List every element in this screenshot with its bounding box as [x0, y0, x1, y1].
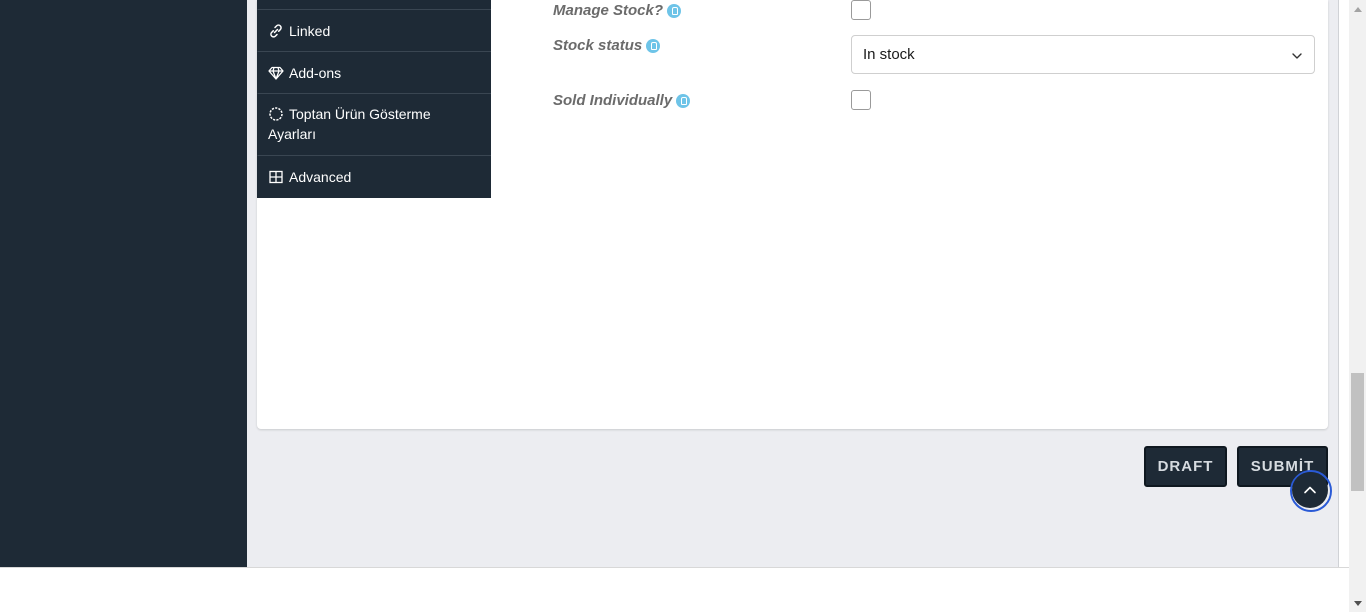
manage-stock-checkbox[interactable] — [851, 0, 871, 20]
sold-individually-label-row: Sold Individually — [553, 92, 691, 109]
tab-linked-label: Linked — [289, 22, 331, 39]
tab-advanced[interactable]: Advanced — [257, 156, 491, 198]
scrollbar-thumb[interactable] — [1351, 373, 1364, 491]
stock-status-select[interactable]: In stock — [851, 35, 1315, 74]
tab-toptan-urun-label: Toptan Ürün Gösterme Ayarları — [268, 106, 431, 142]
right-divider — [1338, 0, 1339, 567]
footer-area — [0, 567, 1349, 612]
stock-status-value: In stock — [863, 46, 915, 63]
stock-status-label-row: Stock status — [553, 37, 661, 54]
circle-dashed-icon — [268, 106, 284, 122]
diamond-icon — [268, 65, 284, 81]
manage-stock-label-row: Manage Stock? — [553, 2, 682, 19]
chevron-up-icon — [1304, 486, 1316, 494]
tab-toptan-urun[interactable]: Toptan Ürün Gösterme Ayarları — [257, 94, 491, 156]
help-tip-icon[interactable] — [667, 3, 682, 18]
draft-button[interactable]: DRAFT — [1144, 446, 1227, 487]
tab-add-ons-label: Add-ons — [289, 64, 342, 81]
product-data-tabs: Linked Add-ons Toptan Ürün Gösterme Ayar… — [257, 0, 491, 198]
scroll-to-top-button[interactable] — [1292, 472, 1328, 508]
help-tip-icon[interactable] — [646, 38, 661, 53]
sold-individually-checkbox[interactable] — [851, 90, 871, 110]
stock-status-label: Stock status — [553, 37, 643, 54]
tab-inventory-bottom-edge[interactable] — [257, 0, 491, 10]
tab-toptan-urun-label-wrap: Toptan Ürün Gösterme Ayarları — [268, 104, 481, 144]
chevron-down-icon — [1291, 49, 1303, 61]
grid-icon — [268, 169, 284, 185]
page-scrollbar[interactable] — [1349, 0, 1366, 612]
link-icon — [268, 23, 284, 39]
manage-stock-label: Manage Stock? — [553, 2, 664, 19]
left-sidebar — [0, 0, 247, 567]
scroll-up-arrow-icon[interactable] — [1349, 0, 1366, 17]
tab-advanced-label: Advanced — [289, 169, 352, 185]
viewport: Linked Add-ons Toptan Ürün Gösterme Ayar… — [0, 0, 1349, 612]
tab-add-ons[interactable]: Add-ons — [257, 52, 491, 94]
sold-individually-label: Sold Individually — [553, 92, 673, 109]
help-tip-icon[interactable] — [676, 93, 691, 108]
scroll-down-arrow-icon[interactable] — [1349, 595, 1366, 612]
tab-linked[interactable]: Linked — [257, 10, 491, 52]
